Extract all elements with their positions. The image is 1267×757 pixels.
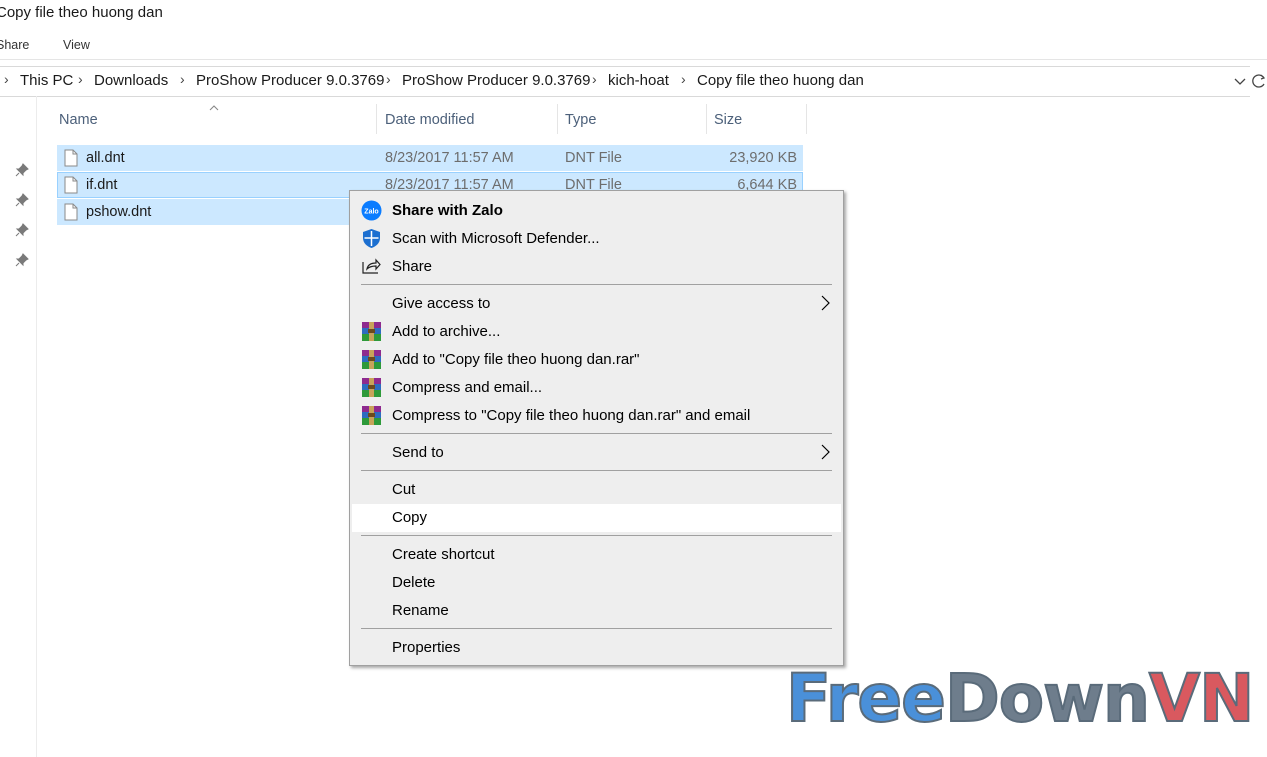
winrar-icon — [361, 349, 382, 370]
breadcrumb-chevron-icon[interactable]: › — [681, 71, 686, 87]
file-size: 23,920 KB — [729, 150, 797, 166]
pin-icon[interactable] — [14, 222, 30, 238]
column-divider[interactable] — [806, 104, 807, 134]
menu-item-cut[interactable] — [352, 476, 841, 504]
file-icon — [64, 149, 78, 167]
file-type: DNT File — [565, 150, 622, 166]
menu-label: Copy — [392, 509, 428, 526]
ribbon-divider — [0, 59, 1267, 60]
column-header-size[interactable]: Size — [714, 112, 742, 128]
watermark-part-down: Down — [944, 659, 1151, 738]
shield-icon — [361, 228, 382, 249]
chevron-right-icon — [818, 294, 832, 312]
file-name[interactable]: all.dnt — [86, 150, 125, 166]
column-divider[interactable] — [557, 104, 558, 134]
winrar-icon — [361, 405, 382, 426]
menu-label: Compress and email... — [392, 379, 543, 396]
column-divider[interactable] — [706, 104, 707, 134]
file-icon — [64, 176, 78, 194]
breadcrumb-chevron-icon[interactable]: › — [180, 71, 185, 87]
menu-label: Add to archive... — [392, 323, 501, 340]
column-header-date[interactable]: Date modified — [385, 112, 474, 128]
menu-label: Share with Zalo — [392, 202, 503, 219]
breadcrumb-chevron-icon[interactable]: › — [78, 71, 83, 87]
watermark-logo: FreeDownVN — [785, 659, 1255, 738]
column-header-type[interactable]: Type — [565, 112, 596, 128]
pin-icon[interactable] — [14, 162, 30, 178]
ribbon-tab-share[interactable]: Share — [0, 38, 29, 52]
menu-label: Add to "Copy file theo huong dan.rar" — [392, 351, 640, 368]
menu-separator — [361, 433, 832, 434]
pin-icon[interactable] — [14, 252, 30, 268]
winrar-icon — [361, 321, 382, 342]
menu-separator — [361, 535, 832, 536]
column-header-name[interactable]: Name — [59, 112, 98, 128]
watermark-part-free: Free — [785, 659, 947, 738]
menu-separator — [361, 628, 832, 629]
breadcrumb-chevron-icon[interactable]: › — [592, 71, 597, 87]
file-name[interactable]: pshow.dnt — [86, 204, 151, 220]
chevron-right-icon — [818, 443, 832, 461]
menu-label: Properties — [392, 639, 461, 656]
pin-icon[interactable] — [14, 192, 30, 208]
share-icon — [361, 256, 382, 277]
chevron-down-icon[interactable] — [1231, 72, 1249, 90]
menu-label: Compress to "Copy file theo huong dan.ra… — [392, 407, 751, 424]
breadcrumb-this-pc[interactable]: This PC — [20, 72, 73, 89]
menu-label: Send to — [392, 444, 444, 461]
breadcrumb-proshow-1[interactable]: ProShow Producer 9.0.3769 — [196, 72, 384, 89]
breadcrumb-kich-hoat[interactable]: kich-hoat — [608, 72, 669, 89]
breadcrumb-current[interactable]: Copy file theo huong dan — [697, 72, 864, 89]
file-date: 8/23/2017 11:57 AM — [385, 150, 514, 166]
ribbon-tab-view[interactable]: View — [63, 38, 90, 52]
window-title: Copy file theo huong dan — [0, 4, 163, 21]
menu-separator — [361, 284, 832, 285]
breadcrumb-downloads[interactable]: Downloads — [94, 72, 168, 89]
menu-label: Scan with Microsoft Defender... — [392, 230, 600, 247]
column-divider[interactable] — [376, 104, 377, 134]
svg-text:Zalo: Zalo — [364, 209, 378, 216]
breadcrumb-chevron-icon[interactable]: › — [4, 71, 9, 87]
menu-label: Give access to — [392, 295, 491, 312]
winrar-icon — [361, 377, 382, 398]
breadcrumb-proshow-2[interactable]: ProShow Producer 9.0.3769 — [402, 72, 590, 89]
refresh-icon[interactable] — [1251, 72, 1267, 90]
menu-label: Cut — [392, 481, 416, 498]
menu-separator — [361, 470, 832, 471]
menu-label: Create shortcut — [392, 546, 495, 563]
menu-label: Share — [392, 258, 433, 275]
sort-ascending-icon — [207, 100, 221, 111]
watermark-part-vn: VN — [1148, 659, 1255, 738]
zalo-icon: Zalo — [361, 200, 382, 221]
breadcrumb-chevron-icon[interactable]: › — [386, 71, 391, 87]
menu-label: Rename — [392, 602, 449, 619]
file-name[interactable]: if.dnt — [86, 177, 117, 193]
menu-label: Delete — [392, 574, 436, 591]
file-icon — [64, 203, 78, 221]
